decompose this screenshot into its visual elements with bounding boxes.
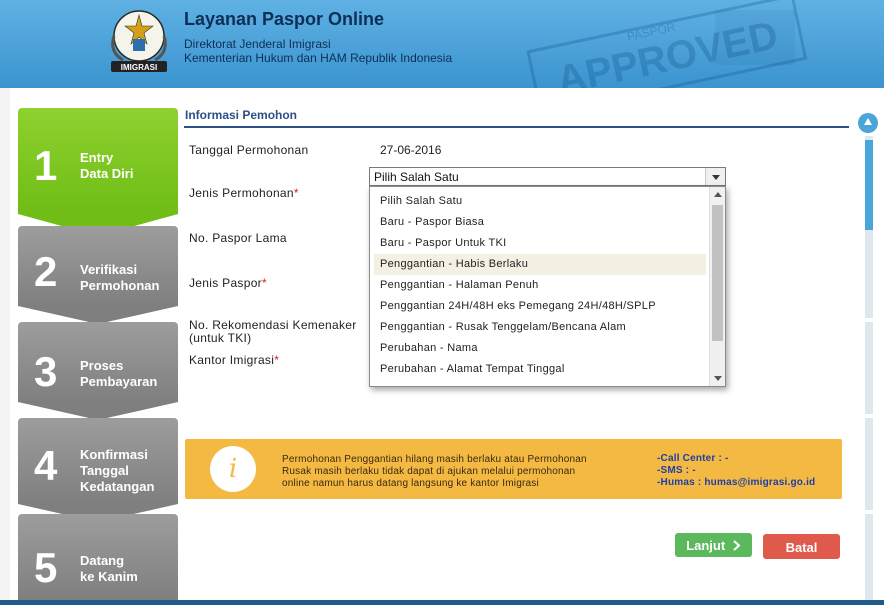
- dropdown-option[interactable]: Perubahan - Alamat Tempat Tinggal: [374, 359, 706, 380]
- info-icon-glyph: i: [228, 454, 238, 484]
- step-label-line1: Verifikasi: [80, 262, 138, 277]
- app-subtitle-ministry: Kementerian Hukum dan HAM Republik Indon…: [184, 51, 453, 65]
- batal-button[interactable]: Batal: [763, 534, 840, 559]
- svg-text:IMIGRASI: IMIGRASI: [121, 63, 157, 72]
- jenis-permohonan-select[interactable]: Pilih Salah Satu: [369, 167, 726, 186]
- jenis-paspor-label: Jenis Paspor*: [189, 276, 267, 290]
- scroll-down-arrow-icon[interactable]: [714, 376, 722, 381]
- scrollbar-divider: [865, 510, 873, 514]
- required-mark: *: [293, 186, 299, 200]
- info-text-line1: Permohonan Penggantian hilang masih berl…: [282, 454, 587, 465]
- sms-text: -SMS : -: [657, 465, 696, 476]
- app-title: Layanan Paspor Online: [184, 9, 385, 29]
- info-banner: i Permohonan Penggantian hilang masih be…: [185, 439, 842, 499]
- tanggal-permohonan-value: 27-06-2016: [380, 143, 442, 157]
- dropdown-option[interactable]: Baru - Paspor Untuk TKI: [374, 233, 706, 254]
- info-text-line3: online namun harus datang langsung ke ka…: [282, 478, 539, 489]
- step-label-line2: Data Diri: [80, 166, 134, 181]
- scroll-up-arrow-icon[interactable]: [714, 192, 722, 197]
- step-label-line1: Entry: [80, 150, 114, 165]
- label-text: Jenis Permohonan: [189, 186, 294, 200]
- kantor-imigrasi-label: Kantor Imigrasi*: [189, 353, 279, 367]
- footer-bar: [0, 600, 884, 605]
- chevron-right-icon: [733, 540, 741, 551]
- tanggal-permohonan-label: Tanggal Permohonan: [189, 143, 309, 157]
- site-header: APPROVED PASPOR IMIGRASI Layanan Paspor …: [0, 0, 884, 88]
- jenis-permohonan-dropdown-list[interactable]: Pilih Salah Satu Baru - Paspor Biasa Bar…: [369, 186, 726, 387]
- step-label-line1: Datang: [80, 553, 125, 568]
- dropdown-option[interactable]: Pilih Salah Satu: [374, 191, 706, 212]
- step-label-line3: Kedatangan: [80, 479, 155, 494]
- scroll-up-button[interactable]: [858, 113, 878, 133]
- imigrasi-logo: IMIGRASI: [103, 6, 175, 74]
- step-number: 5: [34, 544, 58, 591]
- app-subtitle-directorate: Direktorat Jenderal Imigrasi: [184, 37, 331, 51]
- info-text-line2: Rusak masih berlaku tidak dapat di ajuka…: [282, 466, 576, 477]
- dropdown-option[interactable]: Penggantian 24H/48H eks Pemegang 24H/48H…: [374, 296, 706, 317]
- info-icon: i: [210, 446, 256, 492]
- rekomendasi-kemenaker-label: No. Rekomendasi Kemenaker: [189, 318, 357, 332]
- label-text: Kantor Imigrasi: [189, 353, 275, 367]
- rekomendasi-kemenaker-sublabel: (untuk TKI): [189, 331, 252, 345]
- dropdown-scrollbar[interactable]: [709, 187, 725, 386]
- step-number: 2: [34, 248, 58, 295]
- call-center-text: -Call Center : -: [657, 453, 729, 464]
- dropdown-option[interactable]: Penggantian - Rusak Tenggelam/Bencana Al…: [374, 317, 706, 338]
- chevron-down-icon[interactable]: [705, 168, 725, 185]
- step-number: 1: [34, 142, 58, 189]
- dropdown-option-highlighted[interactable]: Penggantian - Habis Berlaku: [374, 254, 706, 275]
- scrollbar-divider: [865, 318, 873, 322]
- paspor-lama-label: No. Paspor Lama: [189, 231, 287, 245]
- required-mark: *: [274, 353, 280, 367]
- label-text: Jenis Paspor: [189, 276, 262, 290]
- dropdown-option[interactable]: Baru - Paspor Biasa: [374, 212, 706, 233]
- dropdown-scrollbar-thumb[interactable]: [712, 205, 723, 341]
- step-label-line2: Pembayaran: [80, 374, 158, 389]
- dropdown-option[interactable]: Penggantian - Halaman Penuh: [374, 275, 706, 296]
- button-label: Lanjut: [686, 538, 726, 553]
- step-label-line2: Permohonan: [80, 278, 160, 293]
- humas-email-link[interactable]: -Humas : humas@imigrasi.go.id: [657, 477, 815, 488]
- step-label-line1: Proses: [80, 358, 124, 373]
- jenis-permohonan-label: Jenis Permohonan*: [189, 186, 299, 200]
- section-title: Informasi Pemohon: [185, 108, 298, 122]
- required-mark: *: [261, 276, 267, 290]
- left-margin: [0, 88, 10, 600]
- dropdown-option[interactable]: Perubahan - Nama: [374, 338, 706, 359]
- step-label-line1: Konfirmasi: [80, 447, 148, 462]
- step-label-line2: Tanggal: [80, 463, 129, 478]
- step-number: 4: [34, 442, 58, 489]
- step-number: 3: [34, 348, 58, 395]
- scrollbar-divider: [865, 414, 873, 418]
- step-label-line2: ke Kanim: [80, 569, 138, 584]
- lanjut-button[interactable]: Lanjut: [675, 533, 752, 557]
- select-value: Pilih Salah Satu: [374, 170, 459, 184]
- approved-stamp-watermark: APPROVED PASPOR: [526, 0, 808, 88]
- section-divider: [184, 126, 849, 128]
- page-scrollbar-thumb[interactable]: [865, 140, 873, 230]
